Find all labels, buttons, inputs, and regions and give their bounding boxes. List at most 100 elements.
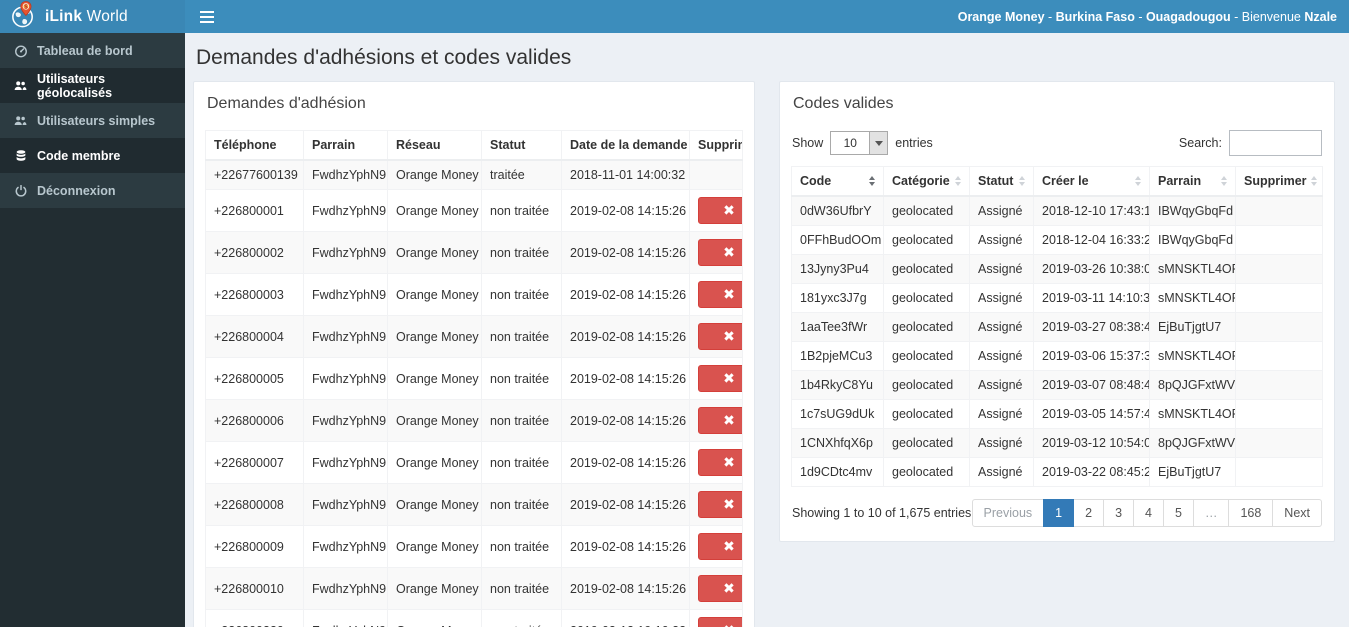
top-navbar: $ iLink World Orange Money - Burkina Fas… <box>0 0 1349 33</box>
delete-request-button[interactable]: ✖ <box>698 407 742 434</box>
sortable-column-header[interactable]: Statut <box>969 166 1034 197</box>
sortable-column-header[interactable]: Parrain <box>1149 166 1236 197</box>
delete-request-button[interactable]: ✖ <box>698 449 742 476</box>
page-next-button[interactable]: Next <box>1272 499 1322 527</box>
cell-category: geolocated <box>883 399 970 429</box>
cell-delete <box>1235 225 1323 255</box>
delete-request-button[interactable]: ✖ <box>698 239 742 266</box>
pagination: Previous 1 2 3 4 5… 168 Next <box>971 499 1322 527</box>
cell-phone: +226800005 <box>205 357 304 400</box>
delete-request-button[interactable]: ✖ <box>698 365 742 392</box>
cell-delete: ✖ <box>689 399 743 442</box>
page-size-select[interactable]: 10 <box>830 131 889 155</box>
cell-category: geolocated <box>883 283 970 313</box>
table-row: 1d9CDtc4mv geolocated Assigné 2019-03-22 08… <box>791 457 1323 487</box>
table-row: 0dW36UfbrY geolocated Assigné 2018-12-10 17… <box>791 195 1323 226</box>
delete-request-button[interactable]: ✖ <box>698 281 742 308</box>
delete-request-button[interactable]: ✖ <box>698 197 742 224</box>
dashboard-icon <box>13 44 28 58</box>
cell-created: 2019-03-26 10:38:08 <box>1033 254 1150 284</box>
sidebar-item-member-code[interactable]: Code membre <box>0 138 185 173</box>
sidebar-item-users-simple[interactable]: Utilisateurs simples <box>0 103 185 138</box>
delete-request-button[interactable]: ✖ <box>698 617 742 627</box>
cell-delete: ✖ <box>689 567 743 610</box>
cell-network: Orange Money <box>387 441 482 484</box>
cell-created: 2019-03-27 08:38:47 <box>1033 312 1150 342</box>
cell-phone: +226800008 <box>205 483 304 526</box>
sortable-column-header[interactable]: Supprimer <box>1235 166 1323 197</box>
cell-delete <box>1235 312 1323 342</box>
search-input[interactable] <box>1229 130 1322 156</box>
page-number-button[interactable]: 4 <box>1133 499 1164 527</box>
page-number-button[interactable]: 5 <box>1162 499 1194 527</box>
globe-pin-logo-icon: $ <box>9 0 38 34</box>
cell-sponsor: FwdhzYphN9 <box>303 273 388 316</box>
sidebar-item-users-geolocated[interactable]: Utilisateurs géolocalisés <box>0 68 185 103</box>
welcome-label: Bienvenue <box>1241 9 1305 24</box>
page-title: Demandes d'adhésions et codes valides <box>196 46 572 69</box>
column-header: Téléphone <box>205 130 304 161</box>
cell-delete <box>1235 283 1323 313</box>
cell-network: Orange Money <box>387 609 482 627</box>
column-label: Créer le <box>1042 174 1089 188</box>
cell-sponsor: EjBuTjgtU7 <box>1149 457 1236 487</box>
cell-code: 1c7sUG9dUk <box>791 399 884 429</box>
sortable-column-header[interactable]: Créer le <box>1033 166 1150 197</box>
sidebar-item-dashboard[interactable]: Tableau de bord <box>0 33 185 68</box>
page-number-button[interactable]: 2 <box>1073 499 1105 527</box>
table-row: 13Jyny3Pu4 geolocated Assigné 2019-03-26 10… <box>791 254 1323 284</box>
cell-status: non traitée <box>481 609 562 627</box>
cell-created: 2018-12-04 16:33:24 <box>1033 225 1150 255</box>
cell-status: Assigné <box>969 428 1034 458</box>
cell-sponsor: 8pQJGFxtWV <box>1149 428 1236 458</box>
cell-code: 0dW36UfbrY <box>791 195 884 226</box>
cell-date: 2019-02-08 14:15:26 <box>561 399 690 442</box>
entries-summary: Showing 1 to 10 of 1,675 entries <box>792 506 972 520</box>
main-content: Demandes d'adhésions et codes valides De… <box>185 33 1349 627</box>
cell-phone: +226800006 <box>205 399 304 442</box>
cell-delete <box>1235 341 1323 371</box>
page-number-button[interactable]: 1 <box>1043 499 1075 527</box>
column-header: Statut <box>481 130 562 161</box>
power-icon <box>13 184 28 198</box>
sidebar-item-logout[interactable]: Déconnexion <box>0 173 185 208</box>
delete-request-button[interactable]: ✖ <box>698 533 742 560</box>
cell-created: 2019-03-12 10:54:00 <box>1033 428 1150 458</box>
column-label: Code <box>800 174 832 188</box>
cell-sponsor: FwdhzYphN9 <box>303 525 388 568</box>
cell-date: 2019-02-08 14:15:26 <box>561 315 690 358</box>
cell-date: 2019-02-08 14:15:26 <box>561 273 690 316</box>
cell-sponsor: FwdhzYphN9 <box>303 357 388 400</box>
sidebar-toggle-hamburger-icon[interactable] <box>185 0 229 33</box>
page-number-button[interactable]: 3 <box>1103 499 1135 527</box>
valid-codes-panel: Codes valides Show 10 entries Search: Co… <box>779 81 1335 542</box>
cell-created: 2019-03-11 14:10:36 <box>1033 283 1150 313</box>
brand-logo[interactable]: $ iLink World <box>0 0 185 33</box>
cell-delete <box>1235 457 1323 487</box>
cell-phone: +226800010 <box>205 567 304 610</box>
cell-date: 2018-11-01 14:00:32 <box>561 159 690 190</box>
sidebar-item-label: Déconnexion <box>37 183 116 198</box>
cell-status: non traitée <box>481 525 562 568</box>
table-row: 1c7sUG9dUk geolocated Assigné 2019-03-05 14… <box>791 399 1323 429</box>
cell-category: geolocated <box>883 195 970 226</box>
cell-category: geolocated <box>883 341 970 371</box>
sortable-column-header[interactable]: Code <box>791 166 884 197</box>
sortable-column-header[interactable]: Catégorie <box>883 166 970 197</box>
cell-code: 13Jyny3Pu4 <box>791 254 884 284</box>
cell-code: 1aaTee3fWr <box>791 312 884 342</box>
requests-panel-title: Demandes d'adhésion <box>207 95 366 112</box>
page-prev-button[interactable]: Previous <box>971 499 1045 527</box>
users-icon <box>13 79 28 93</box>
table-row: 1B2pjeMCu3 geolocated Assigné 2019-03-06 15… <box>791 341 1323 371</box>
delete-request-button[interactable]: ✖ <box>698 323 742 350</box>
page-ellipsis[interactable]: … <box>1192 499 1230 527</box>
cell-sponsor: FwdhzYphN9 <box>303 483 388 526</box>
page-number-button[interactable]: 168 <box>1228 499 1274 527</box>
delete-request-button[interactable]: ✖ <box>698 491 742 518</box>
username: Nzale <box>1304 9 1337 24</box>
delete-request-button[interactable]: ✖ <box>698 575 742 602</box>
cell-status: Assigné <box>969 457 1034 487</box>
cell-sponsor: FwdhzYphN9 <box>303 567 388 610</box>
table-row: +226800004 FwdhzYphN9 Orange Money non trai… <box>205 315 743 358</box>
